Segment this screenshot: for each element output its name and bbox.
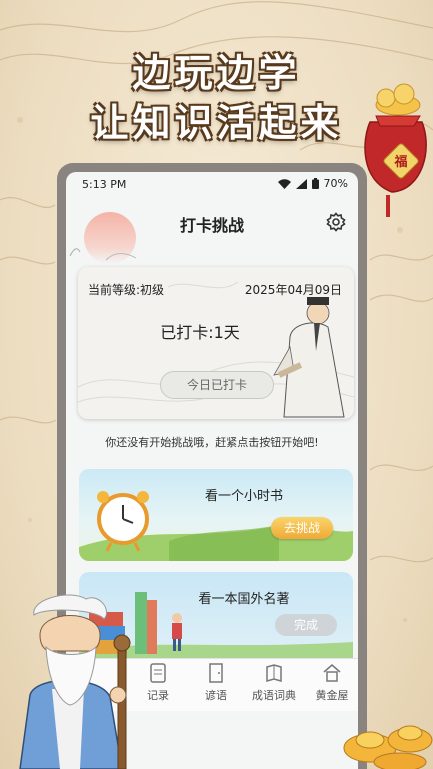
document-icon: [150, 663, 166, 683]
checkin-card: 当前等级:初级 2025年04月09日 已打卡:1天 今日已打卡: [78, 267, 354, 419]
house-icon: [323, 664, 341, 682]
status-bar: 5:13 PM 70%: [66, 172, 358, 198]
battery-level: 70%: [323, 177, 348, 190]
gear-icon[interactable]: [326, 212, 346, 232]
svg-text:福: 福: [393, 154, 407, 170]
wifi-icon: [277, 178, 291, 189]
tab-proverbs[interactable]: 谚语: [183, 663, 249, 703]
signal-icon: [295, 178, 307, 189]
page-header: 打卡挑战: [66, 198, 358, 264]
tab-label: 成语词典: [252, 689, 296, 702]
door-icon: [209, 663, 223, 683]
done-button[interactable]: 完成: [275, 614, 337, 636]
task-landscape-illustration: [79, 491, 353, 561]
hint-text: 你还没有开始挑战哦，赶紧点击按钮开始吧!: [105, 436, 319, 449]
status-icons: 70%: [277, 177, 348, 190]
challenge-button[interactable]: 去挑战: [271, 517, 333, 539]
tab-label: 谚语: [205, 689, 227, 702]
checkin-button[interactable]: 今日已打卡: [160, 371, 274, 399]
current-level: 当前等级:初级: [88, 283, 165, 297]
page-title: 打卡挑战: [179, 216, 244, 235]
old-sage-illustration: [19, 594, 131, 769]
battery-icon: [311, 178, 319, 189]
task-card-read-one-hour: 看一个小时书 去挑战: [79, 469, 353, 561]
tab-golden-house[interactable]: 黄金屋: [299, 663, 358, 703]
task-name: 看一本国外名著: [198, 592, 290, 607]
gold-ingots-illustration: [343, 725, 433, 769]
checked-days: 已打卡:1天: [160, 323, 240, 342]
tab-label: 记录: [147, 689, 169, 702]
tab-idiom-dictionary[interactable]: 成语词典: [241, 663, 307, 703]
dictionary-icon: [266, 664, 282, 682]
task-name: 看一个小时书: [204, 489, 283, 504]
scholar-illustration: [273, 297, 345, 418]
current-date: 2025年04月09日: [244, 283, 342, 297]
status-time: 5:13 PM: [82, 178, 127, 191]
